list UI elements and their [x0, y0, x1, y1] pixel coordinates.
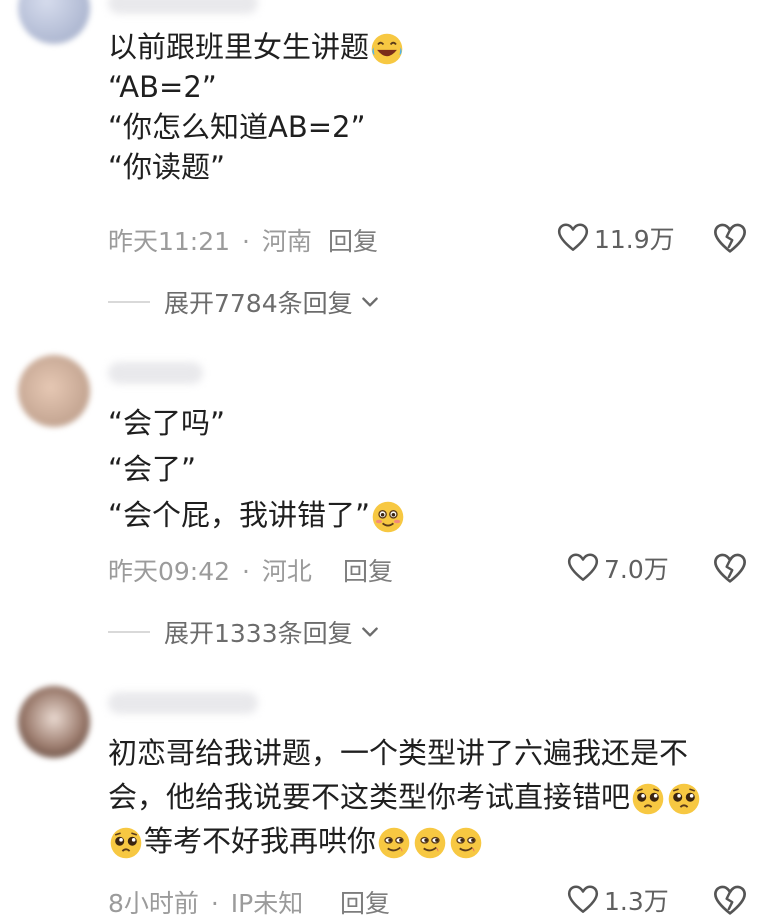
pleading-face-emoji: [630, 781, 666, 817]
username[interactable]: [108, 692, 258, 714]
reply-button[interactable]: 回复: [343, 552, 393, 588]
username[interactable]: [108, 0, 258, 14]
like-button[interactable]: 7.0万: [566, 550, 669, 586]
pleading-face-emoji: [108, 825, 144, 861]
separator: ·: [210, 889, 219, 918]
pleading-face-emoji: [666, 781, 702, 817]
location: 河北: [261, 557, 312, 586]
expand-label: 展开1333条回复: [164, 619, 353, 648]
avatar[interactable]: [18, 0, 90, 44]
divider: [108, 301, 150, 303]
heart-outline-icon: [566, 551, 600, 585]
timestamp: 8小时前: [108, 889, 199, 918]
comment-text: “会了吗” “会了” “会个屁，我讲错了”: [108, 403, 406, 535]
sly-smile-emoji: [376, 825, 412, 861]
location: IP未知: [230, 889, 304, 918]
chevron-down-icon: [359, 621, 381, 643]
laughing-crying-emoji: [369, 31, 405, 67]
timestamp: 昨天11:21: [108, 227, 231, 256]
comment-text: 初恋哥给我讲题，一个类型讲了六遍我还是不 会，他给我说要不这类型你考试直接错吧 …: [108, 733, 702, 861]
comment-meta: 昨天09:42 · 河北: [108, 552, 312, 588]
expand-label: 展开7784条回复: [164, 289, 353, 318]
location: 河南: [261, 227, 312, 256]
comment-text: 以前跟班里女生讲题 “AB=2” “你怎么知道AB=2” “你读题”: [108, 27, 405, 187]
like-button[interactable]: 11.9万: [556, 220, 675, 256]
avatar[interactable]: [18, 686, 90, 758]
sly-smile-emoji: [448, 825, 484, 861]
username[interactable]: [108, 362, 203, 384]
sly-smile-emoji: [412, 825, 448, 861]
like-button[interactable]: 1.3万: [566, 882, 669, 918]
chevron-down-icon: [359, 291, 381, 313]
comment-meta: 昨天11:21 · 河南: [108, 222, 312, 258]
heart-outline-icon: [566, 883, 600, 917]
like-count: 7.0万: [604, 555, 669, 584]
avatar[interactable]: [18, 355, 90, 427]
expand-replies[interactable]: 展开1333条回复: [108, 614, 381, 650]
like-count: 11.9万: [594, 225, 675, 254]
expand-replies[interactable]: 展开7784条回复: [108, 284, 381, 320]
like-count: 1.3万: [604, 887, 669, 916]
timestamp: 昨天09:42: [108, 557, 231, 586]
broken-heart-icon[interactable]: [712, 551, 748, 587]
reply-button[interactable]: 回复: [328, 222, 378, 258]
divider: [108, 631, 150, 633]
flushed-smile-emoji: [370, 499, 406, 535]
broken-heart-icon[interactable]: [712, 883, 748, 919]
separator: ·: [242, 557, 250, 586]
heart-outline-icon: [556, 221, 590, 255]
broken-heart-icon[interactable]: [712, 221, 748, 257]
separator: ·: [242, 227, 250, 256]
